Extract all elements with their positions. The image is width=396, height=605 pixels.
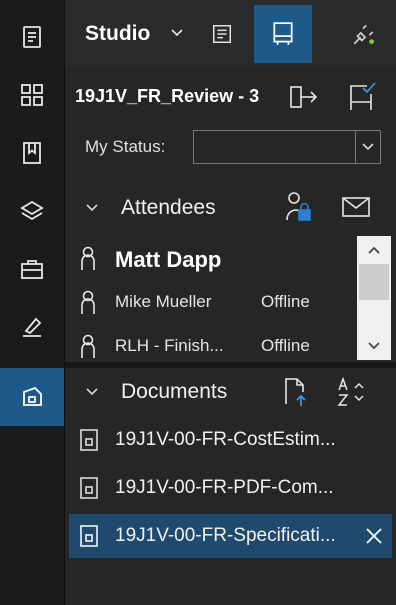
rail-item-toolchest[interactable] xyxy=(0,240,64,298)
session-name: 19J1V_FR_Review - 3 xyxy=(75,86,260,106)
toolbox-icon xyxy=(21,260,43,279)
layout-panel-button[interactable] xyxy=(254,5,312,63)
document-item[interactable]: 19J1V-00-FR-CostEstim... xyxy=(65,418,396,462)
attendees-title: Attendees xyxy=(121,196,216,219)
attendees-header[interactable]: Attendees xyxy=(65,186,396,230)
documents-header[interactable]: Documents xyxy=(65,370,396,414)
layout-panel-icon xyxy=(273,22,293,45)
disconnect-button[interactable] xyxy=(335,5,393,63)
my-status-label: My Status: xyxy=(85,137,166,156)
attendee-name: Mike Mueller xyxy=(115,292,212,311)
upload-document-icon[interactable] xyxy=(283,376,309,408)
attendee-name: Matt Dapp xyxy=(115,247,222,272)
document-list-icon xyxy=(23,26,41,48)
document-icon xyxy=(80,477,98,499)
checkin-icon[interactable] xyxy=(347,80,377,112)
document-icon xyxy=(80,429,98,451)
my-status-select[interactable] xyxy=(193,130,381,164)
rail-item-thumbnails[interactable] xyxy=(0,66,64,124)
documents-title: Documents xyxy=(121,380,228,403)
exit-session-icon[interactable] xyxy=(289,85,319,109)
person-lock-icon[interactable] xyxy=(283,190,313,224)
attendee-name: RLH - Finish... xyxy=(115,336,224,355)
rail-item-studio[interactable] xyxy=(0,368,64,426)
attendee-row[interactable]: Matt Dapp xyxy=(65,238,355,278)
attendee-status: Offline xyxy=(261,336,310,355)
chevron-down-icon xyxy=(86,388,98,396)
attendee-row[interactable]: Mike Mueller Offline xyxy=(65,282,355,322)
attendees-scrollbar[interactable] xyxy=(357,236,391,360)
attendees-list: Matt Dapp Mike Mueller Offline RLH - Fin… xyxy=(65,236,396,360)
bookmark-icon xyxy=(23,142,41,164)
chevron-down-icon xyxy=(362,143,374,151)
rail-item-layers[interactable] xyxy=(0,182,64,240)
left-rail xyxy=(0,0,65,605)
document-item-selected[interactable]: 19J1V-00-FR-Specificati... xyxy=(69,514,392,558)
envelope-icon[interactable] xyxy=(341,196,371,218)
session-row: 19J1V_FR_Review - 3 xyxy=(65,72,396,122)
select-divider xyxy=(355,131,356,163)
document-icon xyxy=(80,525,98,547)
signature-icon xyxy=(23,317,42,337)
close-icon[interactable] xyxy=(364,526,384,546)
studio-icon xyxy=(23,386,42,406)
grid-icon xyxy=(21,84,43,106)
attendee-status: Offline xyxy=(261,292,310,311)
document-text-button[interactable] xyxy=(193,5,251,63)
person-icon xyxy=(81,290,95,314)
document-name: 19J1V-00-FR-Specificati... xyxy=(115,525,336,546)
chevron-down-icon xyxy=(368,342,380,350)
rail-item-documents[interactable] xyxy=(0,8,64,66)
scroll-down-button[interactable] xyxy=(357,332,391,360)
studio-title: Studio xyxy=(85,22,151,45)
person-icon xyxy=(81,246,95,270)
studio-panel: Studio 19J1V_FR_Review - 3 My Status: At… xyxy=(65,0,396,605)
scroll-thumb[interactable] xyxy=(359,264,389,300)
layers-icon xyxy=(20,200,44,221)
attendee-row[interactable]: RLH - Finish... Offline xyxy=(65,326,355,360)
document-text-icon xyxy=(213,25,231,43)
rail-item-bookmarks[interactable] xyxy=(0,124,64,182)
chevron-up-icon xyxy=(368,246,380,254)
document-name: 19J1V-00-FR-PDF-Com... xyxy=(115,477,334,498)
chevron-down-icon[interactable] xyxy=(170,28,184,38)
disconnect-plug-icon xyxy=(353,24,374,45)
document-name: 19J1V-00-FR-CostEstim... xyxy=(115,429,336,450)
rail-item-signatures[interactable] xyxy=(0,298,64,356)
person-icon xyxy=(81,334,95,358)
sort-az-icon[interactable] xyxy=(335,376,371,408)
studio-header: Studio xyxy=(65,0,396,66)
section-divider[interactable] xyxy=(65,362,396,368)
chevron-down-icon xyxy=(86,204,98,212)
scroll-up-button[interactable] xyxy=(357,236,391,264)
document-item[interactable]: 19J1V-00-FR-PDF-Com... xyxy=(65,466,396,510)
